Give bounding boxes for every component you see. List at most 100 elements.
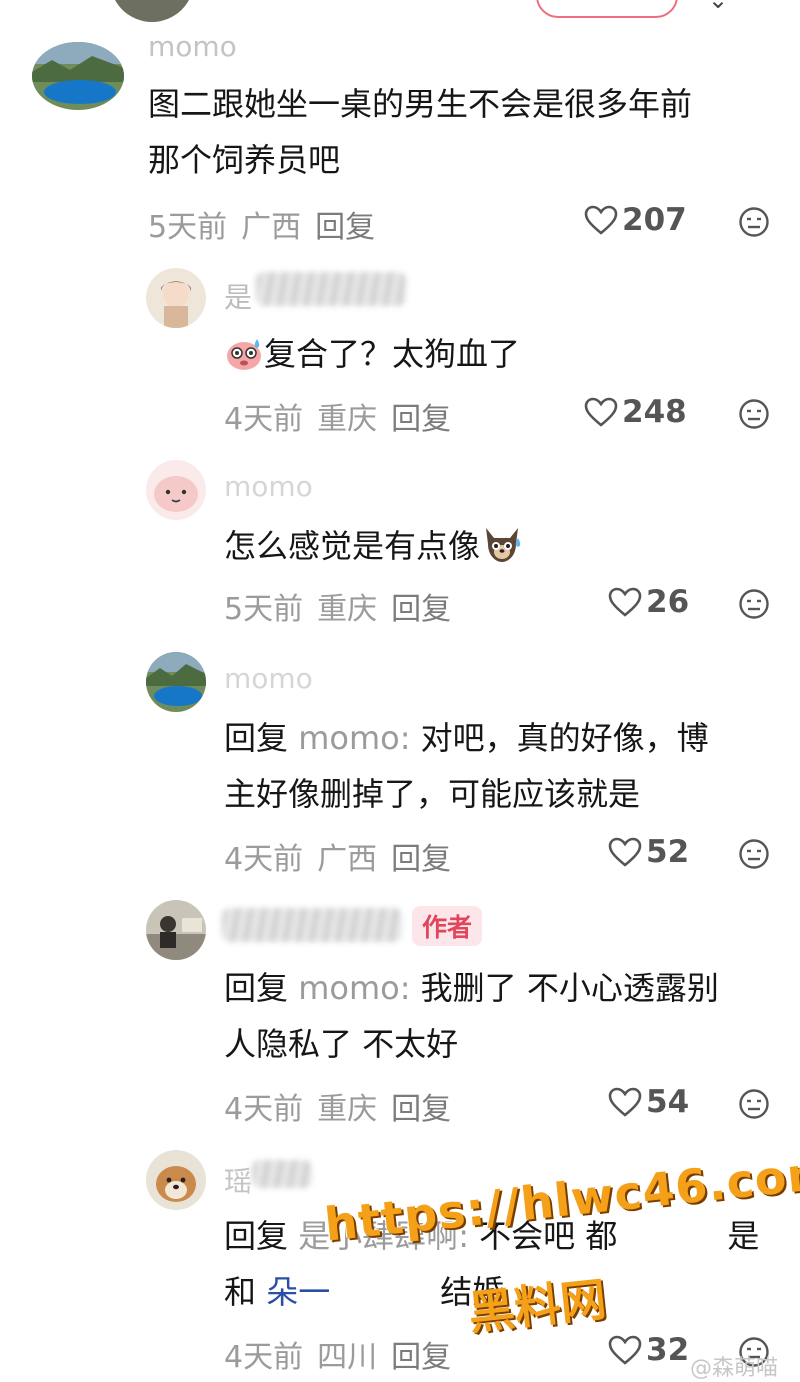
avatar[interactable] [146,900,206,960]
comment-location: 重庆 [317,592,378,627]
comment-text-line: 和 [224,1273,257,1311]
comment-text: 复合了？太狗血了 [224,326,520,389]
username[interactable]: 瑶 [224,1160,252,1200]
like-button[interactable]: 248 [584,394,687,430]
comment-text-line: 图二跟她坐一桌的男生不会是很多年前 [148,85,693,123]
username[interactable]: momo [224,662,313,695]
dislike-button[interactable] [738,588,770,624]
dislike-button[interactable] [738,838,770,874]
heart-icon [584,397,618,427]
author-avatar [146,900,206,960]
mention-user[interactable]: 朵一 [266,1273,330,1311]
blurred-username [222,908,402,942]
pink-blob-avatar [146,460,206,520]
like-count: 248 [622,394,687,430]
like-button[interactable]: 207 [584,202,687,238]
comment-time: 4天前 [224,1092,304,1127]
comment-text-line: 复合了？太狗血了 [264,335,521,373]
comment-time: 4天前 [224,842,304,877]
reply-prefix: 回复 [224,1217,289,1255]
previous-avatar[interactable] [110,0,194,22]
avatar[interactable] [146,652,206,712]
reply-button[interactable]: 回复 [391,842,451,877]
blurred-username [256,272,406,306]
dog-avatar [146,1150,206,1210]
reply-button[interactable]: 回复 [391,402,451,437]
scared-emoji-icon [224,333,264,389]
like-button[interactable]: 32 [608,1332,689,1368]
reply-button[interactable]: 回复 [391,1092,451,1127]
like-count: 32 [646,1332,690,1368]
dislike-face-icon [739,1089,769,1119]
follow-button[interactable] [536,0,678,18]
girl-avatar [146,268,206,328]
dislike-face-icon [739,589,769,619]
comment-text-line: 怎么感觉是有点像 [224,527,481,565]
comment-meta: 4天前 四川 回复 [224,1332,451,1376]
comment-location: 重庆 [317,1092,378,1127]
comment-text: 图二跟她坐一桌的男生不会是很多年前 那个饲养员吧 [148,76,692,188]
like-button[interactable]: 54 [608,1084,689,1120]
username[interactable]: momo [224,470,313,503]
comment-text: 回复 momo: 我删了 不小心透露别 人隐私了 不太好 [224,960,719,1072]
heart-icon [608,1087,642,1117]
comment-location: 广西 [241,210,302,245]
reply-button[interactable]: 回复 [391,1340,451,1375]
comment-location: 四川 [317,1340,378,1375]
heart-icon [608,1335,642,1365]
comment-time: 5天前 [148,210,228,245]
comment-time: 4天前 [224,1340,304,1375]
reply-button[interactable]: 回复 [315,210,375,245]
like-count: 26 [646,584,690,620]
dislike-button[interactable] [738,206,770,242]
dislike-face-icon [739,839,769,869]
like-count: 207 [622,202,687,238]
reply-button[interactable]: 回复 [391,592,451,627]
comment-meta: 5天前 广西 回复 [148,202,375,246]
dog-emoji-icon [480,524,524,581]
like-button[interactable]: 26 [608,584,689,620]
author-badge: 作者 [412,906,483,946]
heart-icon [608,587,642,617]
comment-time: 5天前 [224,592,304,627]
watermark-site-name: 黑料网 [465,1271,609,1341]
dislike-face-icon [739,399,769,429]
comment-meta: 4天前 重庆 回复 [224,1084,451,1128]
comment-meta: 5天前 重庆 回复 [224,584,451,628]
reply-prefix: 回复 [224,719,289,757]
comment-location: 重庆 [317,402,378,437]
comment-text-line: 人隐私了 不太好 [224,1025,459,1063]
reply-target-user[interactable]: momo: [298,969,410,1007]
weibo-watermark: @森萌喵 [690,1356,779,1381]
avatar[interactable] [146,460,206,520]
avatar[interactable] [146,1150,206,1210]
heart-icon [584,205,618,235]
comment-meta: 4天前 广西 回复 [224,834,451,878]
comment-text-line: 那个饲养员吧 [148,141,341,179]
comment-location: 广西 [317,842,378,877]
comment-text-line: 我删了 不小心透露别 [420,969,719,1007]
heart-icon [608,837,642,867]
chevron-down-icon[interactable]: ⌄ [708,0,728,14]
dislike-button[interactable] [738,1088,770,1124]
like-count: 52 [646,834,690,870]
comment-time: 4天前 [224,402,304,437]
comment-text-line: 对吧，真的好像，博 [420,719,709,757]
like-count: 54 [646,1084,690,1120]
dislike-button[interactable] [738,398,770,434]
blurred-username [252,1160,312,1188]
comment-text-line: 主好像删掉了，可能应该就是 [224,775,641,813]
comment-text: 回复 momo: 对吧，真的好像，博 主好像删掉了，可能应该就是 [224,710,709,822]
avatar[interactable] [146,268,206,328]
comment-text-line: 是 [727,1217,760,1255]
comment-meta: 4天前 重庆 回复 [224,394,451,438]
avatar[interactable] [32,42,124,110]
lake-landscape-avatar [146,652,206,712]
reply-target-user[interactable]: momo: [298,719,410,757]
username[interactable]: 是 [224,276,252,316]
username[interactable]: momo [148,30,237,63]
dislike-face-icon [739,207,769,237]
lake-landscape-avatar [32,42,124,110]
like-button[interactable]: 52 [608,834,689,870]
reply-prefix: 回复 [224,969,289,1007]
